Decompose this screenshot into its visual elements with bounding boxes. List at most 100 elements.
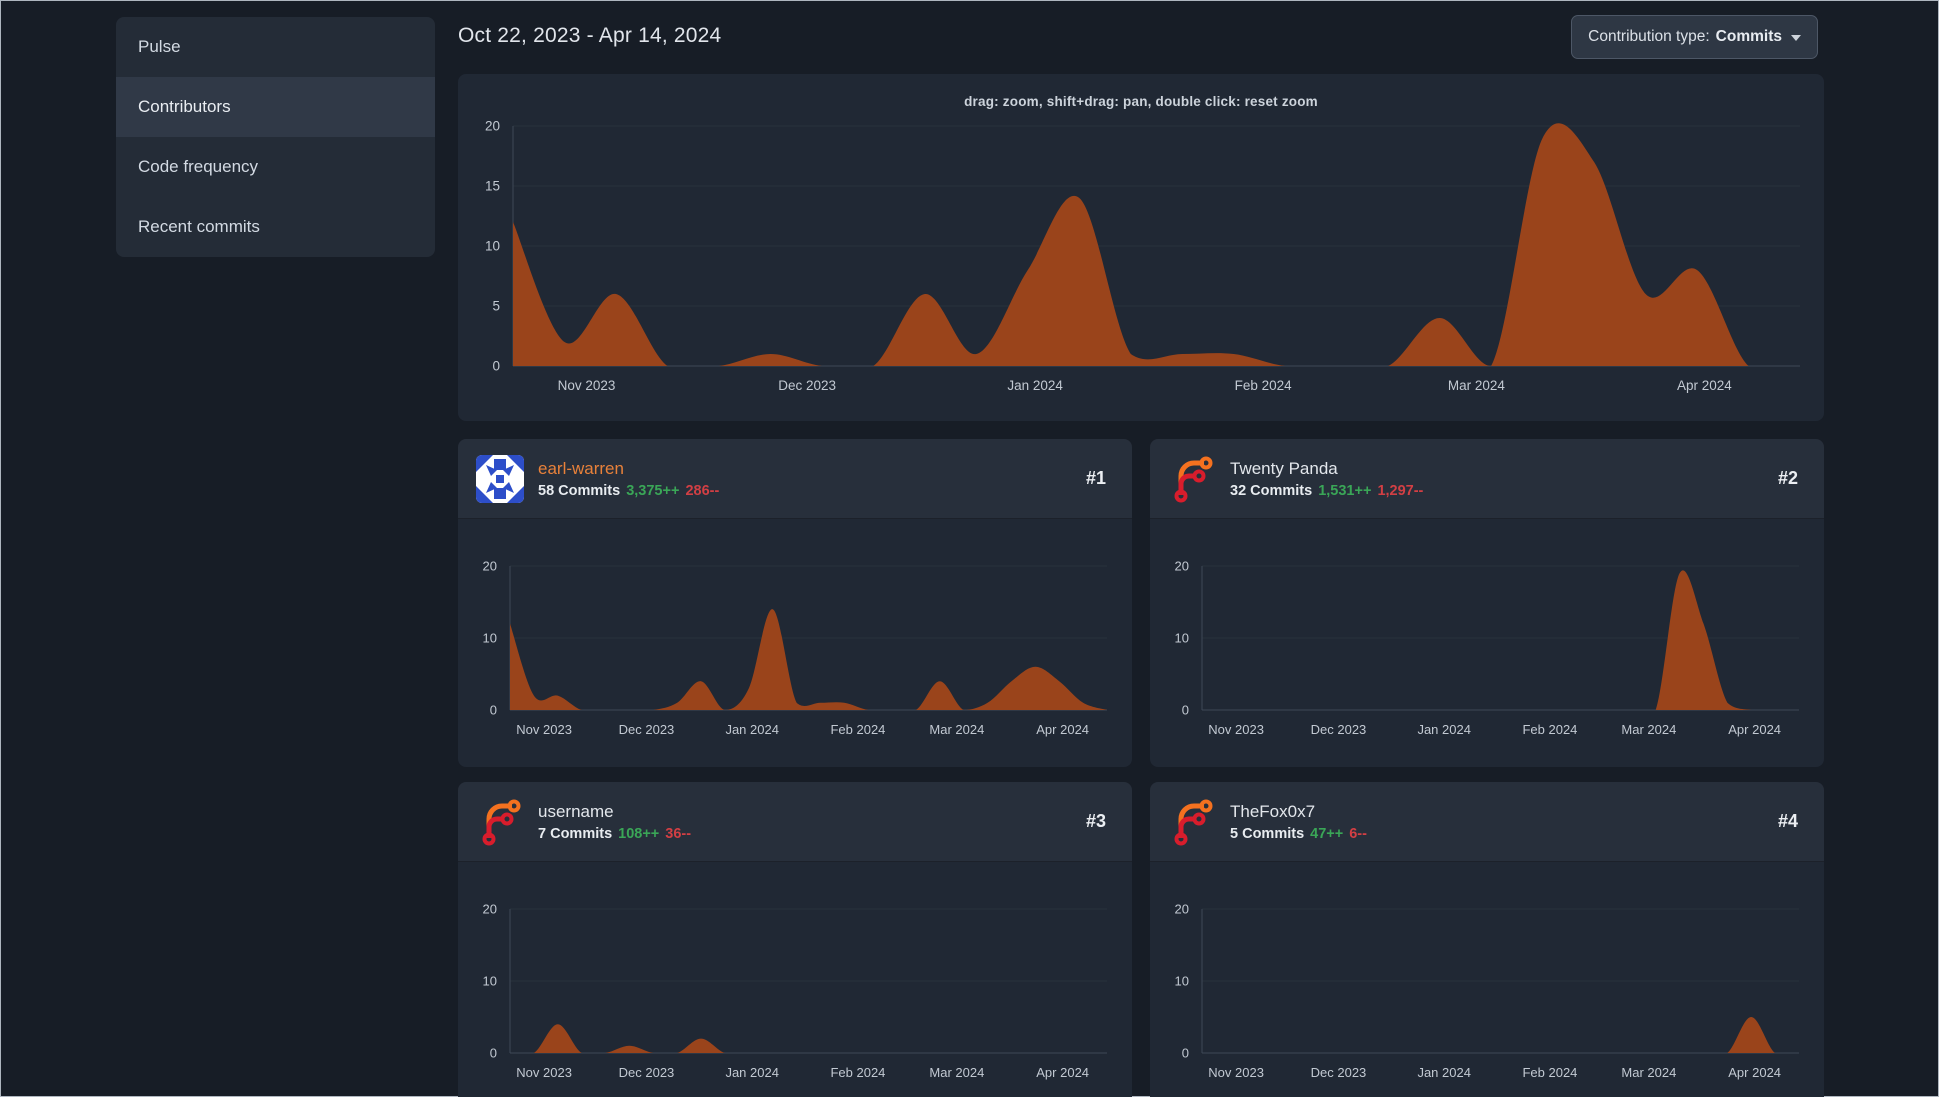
svg-text:Nov 2023: Nov 2023	[1208, 1065, 1264, 1080]
contributor-name-link[interactable]: TheFox0x7	[1230, 801, 1764, 824]
rank-badge: #4	[1777, 811, 1798, 831]
contribution-type-label: Contribution type:	[1588, 28, 1710, 45]
avatar[interactable]	[1168, 798, 1216, 846]
commit-count: 58 Commits	[538, 482, 621, 499]
rank-badge: #2	[1777, 468, 1798, 488]
svg-text:20: 20	[1175, 559, 1189, 574]
contributor-stats: 58 Commits 3,375++ 286--	[538, 483, 1072, 499]
rank-badge: #3	[1085, 811, 1106, 831]
svg-text:20: 20	[483, 902, 497, 917]
contributor-card-thefox0x7: TheFox0x7 5 Commits 47++ 6-- #4 0 10 20 Nov 2…	[1150, 782, 1824, 1097]
contributor-activity-chart[interactable]: 0 10 20 Nov 2023 Dec 2023 Jan 2024 Feb 2024 Mar…	[458, 519, 1132, 767]
svg-text:0: 0	[492, 359, 500, 374]
overall-activity-card: 0 5 10 15 20 Nov 2023 Dec 2023 Jan 2024 Feb 2024…	[458, 74, 1824, 421]
identicon-avatar	[476, 454, 524, 503]
svg-text:Nov 2023: Nov 2023	[1208, 722, 1264, 737]
deletions-count: 6--	[1349, 825, 1367, 842]
contributor-name-link[interactable]: username	[538, 801, 1072, 824]
svg-text:10: 10	[485, 239, 500, 254]
zoom-hint: drag: zoom, shift+drag: pan, double clic…	[964, 94, 1318, 109]
date-range-title: Oct 22, 2023 - Apr 14, 2024	[458, 24, 722, 47]
deletions-count: 286--	[685, 482, 720, 499]
svg-text:Mar 2024: Mar 2024	[929, 722, 984, 737]
contributor-name-link[interactable]: Twenty Panda	[1230, 458, 1764, 481]
svg-text:Feb 2024: Feb 2024	[1235, 378, 1293, 393]
svg-text:Dec 2023: Dec 2023	[1311, 1065, 1367, 1080]
svg-text:Feb 2024: Feb 2024	[1522, 722, 1577, 737]
sidebar-item-contributors[interactable]: Contributors	[116, 77, 435, 137]
svg-text:20: 20	[1175, 902, 1189, 917]
svg-text:0: 0	[1182, 703, 1189, 718]
contributor-card-username: username 7 Commits 108++ 36-- #3 0 10 20 Nov …	[458, 782, 1132, 1097]
contributor-stats: 5 Commits 47++ 6--	[1230, 826, 1764, 842]
contributor-name-link[interactable]: earl-warren	[538, 458, 1072, 481]
svg-text:10: 10	[483, 974, 497, 989]
svg-text:Dec 2023: Dec 2023	[619, 722, 675, 737]
sidebar-item-recent-commits[interactable]: Recent commits	[116, 197, 435, 257]
svg-text:Jan 2024: Jan 2024	[725, 722, 779, 737]
sidebar-item-code-frequency[interactable]: Code frequency	[116, 137, 435, 197]
chevron-down-icon	[1791, 35, 1801, 41]
commit-count: 5 Commits	[1230, 825, 1305, 842]
svg-text:Nov 2023: Nov 2023	[516, 1065, 572, 1080]
contribution-type-value: Commits	[1715, 28, 1782, 45]
additions-count: 3,375++	[626, 482, 680, 499]
svg-text:Dec 2023: Dec 2023	[619, 1065, 675, 1080]
svg-text:Jan 2024: Jan 2024	[725, 1065, 779, 1080]
overall-activity-chart[interactable]: 0 5 10 15 20 Nov 2023 Dec 2023 Jan 2024 Feb 2024…	[458, 74, 1824, 421]
svg-text:Jan 2024: Jan 2024	[1417, 722, 1471, 737]
deletions-count: 36--	[665, 825, 692, 842]
rank-badge: #1	[1085, 468, 1106, 488]
additions-count: 1,531++	[1318, 482, 1372, 499]
forgejo-logo-icon	[1174, 456, 1213, 502]
svg-text:Apr 2024: Apr 2024	[1728, 722, 1781, 737]
additions-count: 108++	[618, 825, 660, 842]
svg-text:Feb 2024: Feb 2024	[1522, 1065, 1577, 1080]
svg-text:20: 20	[483, 559, 497, 574]
svg-text:Apr 2024: Apr 2024	[1728, 1065, 1781, 1080]
svg-text:0: 0	[490, 703, 497, 718]
activity-sidebar: Pulse Contributors Code frequency Recent…	[116, 17, 435, 257]
svg-text:Feb 2024: Feb 2024	[830, 722, 885, 737]
commit-count: 7 Commits	[538, 825, 613, 842]
svg-text:Dec 2023: Dec 2023	[778, 378, 836, 393]
avatar[interactable]	[1168, 455, 1216, 503]
svg-text:10: 10	[483, 631, 497, 646]
svg-text:Dec 2023: Dec 2023	[1311, 722, 1367, 737]
contributor-card-earl-warren: earl-warren 58 Commits 3,375++ 286-- #1 0 1…	[458, 439, 1132, 767]
svg-text:Mar 2024: Mar 2024	[1621, 722, 1676, 737]
contributor-activity-chart[interactable]: 0 10 20 Nov 2023 Dec 2023 Jan 2024 Feb 2024 Mar…	[458, 862, 1132, 1097]
svg-text:10: 10	[1175, 631, 1189, 646]
contributor-activity-chart[interactable]: 0 10 20 Nov 2023 Dec 2023 Jan 2024 Feb 2024 Mar…	[1150, 862, 1824, 1097]
contributor-stats: 7 Commits 108++ 36--	[538, 826, 1072, 842]
svg-text:Mar 2024: Mar 2024	[1448, 378, 1506, 393]
svg-text:10: 10	[1175, 974, 1189, 989]
svg-text:Apr 2024: Apr 2024	[1036, 1065, 1089, 1080]
additions-count: 47++	[1310, 825, 1344, 842]
svg-text:20: 20	[485, 119, 500, 134]
contributor-stats: 32 Commits 1,531++ 1,297--	[1230, 483, 1764, 499]
forgejo-logo-icon	[482, 799, 521, 845]
commit-count: 32 Commits	[1230, 482, 1313, 499]
contribution-type-dropdown[interactable]: Contribution type: Commits	[1571, 15, 1818, 59]
svg-text:15: 15	[485, 179, 500, 194]
svg-text:Jan 2024: Jan 2024	[1007, 378, 1063, 393]
svg-text:Apr 2024: Apr 2024	[1677, 378, 1732, 393]
contributor-activity-chart[interactable]: 0 10 20 Nov 2023 Dec 2023 Jan 2024 Feb 2024 Mar…	[1150, 519, 1824, 767]
svg-text:Feb 2024: Feb 2024	[830, 1065, 885, 1080]
svg-text:0: 0	[1182, 1046, 1189, 1061]
contributor-card-twenty-panda: Twenty Panda 32 Commits 1,531++ 1,297-- #2…	[1150, 439, 1824, 767]
deletions-count: 1,297--	[1377, 482, 1424, 499]
svg-text:Nov 2023: Nov 2023	[516, 722, 572, 737]
forgejo-logo-icon	[1174, 799, 1213, 845]
avatar[interactable]	[476, 454, 524, 503]
svg-text:Nov 2023: Nov 2023	[558, 378, 616, 393]
svg-text:Mar 2024: Mar 2024	[1621, 1065, 1676, 1080]
svg-text:Jan 2024: Jan 2024	[1417, 1065, 1471, 1080]
svg-text:Mar 2024: Mar 2024	[929, 1065, 984, 1080]
svg-text:Apr 2024: Apr 2024	[1036, 722, 1089, 737]
avatar[interactable]	[476, 798, 524, 846]
svg-text:0: 0	[490, 1046, 497, 1061]
svg-text:5: 5	[492, 299, 500, 314]
sidebar-item-pulse[interactable]: Pulse	[116, 17, 435, 77]
